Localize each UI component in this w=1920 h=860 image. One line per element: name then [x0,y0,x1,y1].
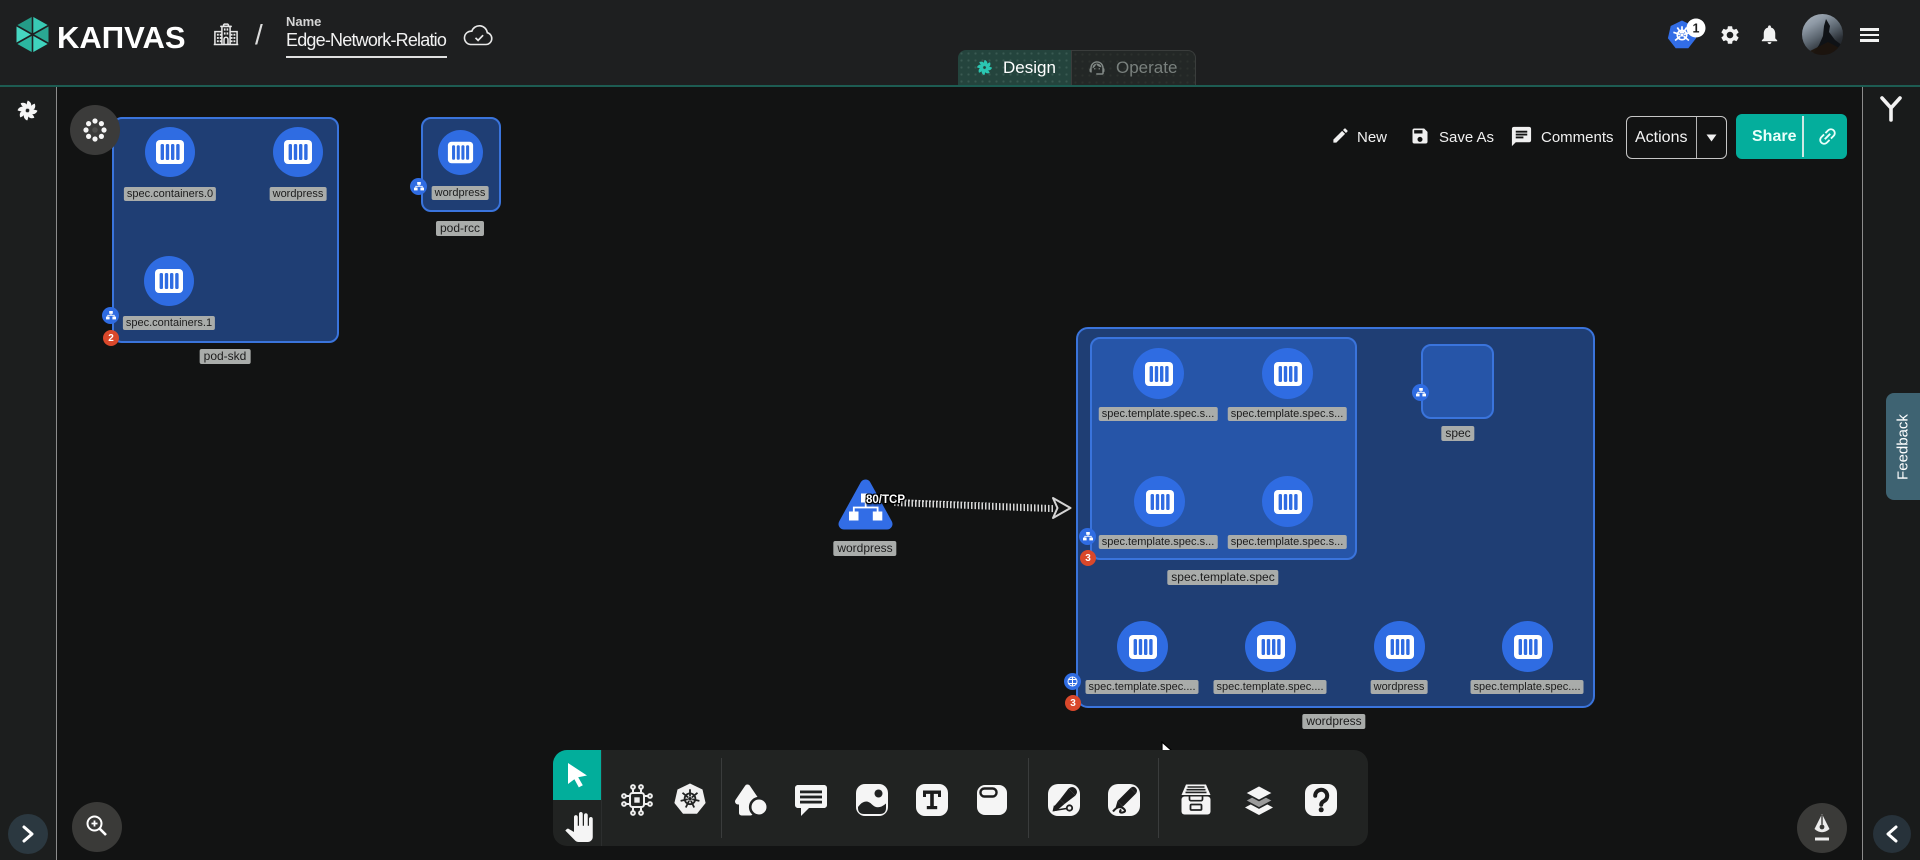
svg-text:1: 1 [1693,21,1700,35]
